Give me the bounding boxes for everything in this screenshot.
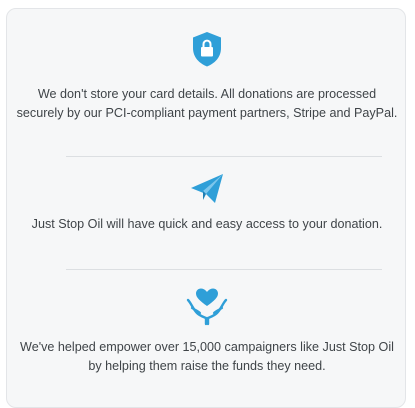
access-text: Just Stop Oil will have quick and easy a… — [31, 217, 383, 231]
impact-text: We've helped empower over 15,000 campaig… — [20, 340, 394, 373]
heart-hands-icon — [186, 288, 228, 326]
impact-section: We've helped empower over 15,000 campaig… — [7, 285, 407, 376]
security-section: We don't store your card details. All do… — [7, 29, 407, 123]
trust-info-card: We don't store your card details. All do… — [6, 8, 406, 408]
security-text: We don't store your card details. All do… — [16, 87, 398, 120]
access-section: Just Stop Oil will have quick and easy a… — [7, 170, 407, 234]
divider — [66, 156, 382, 157]
shield-lock-icon — [193, 32, 221, 67]
paper-plane-icon — [191, 174, 223, 203]
divider — [66, 269, 382, 270]
